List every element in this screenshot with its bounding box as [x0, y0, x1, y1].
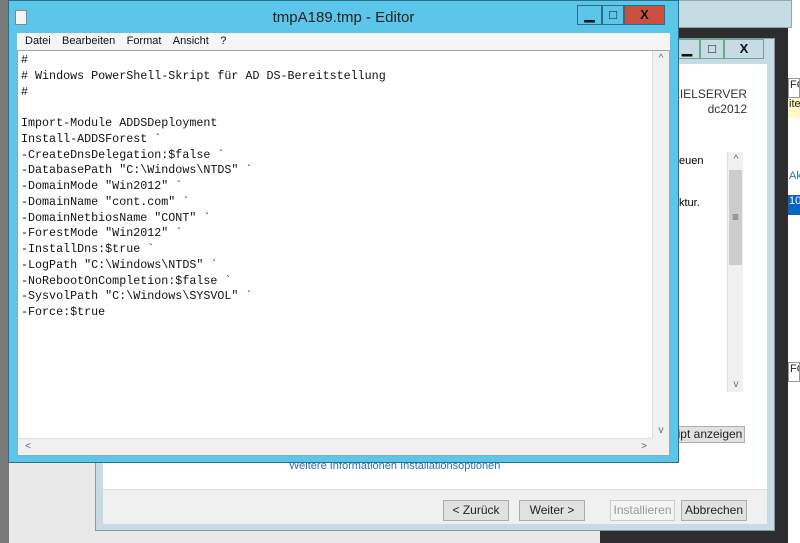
scroll-down-icon[interactable]: v [653, 425, 669, 436]
scroll-left-icon[interactable]: < [20, 441, 36, 452]
script-line: -DatabasePath "C:\Windows\NTDS" ` [21, 163, 253, 178]
script-line: Install-ADDSForest ` [21, 131, 162, 146]
script-line: -LogPath "C:\Windows\NTDS" ` [21, 257, 218, 272]
script-line: -DomainMode "Win2012" ` [21, 179, 183, 193]
install-button: Installieren [610, 500, 675, 521]
menu-help[interactable]: ? [220, 33, 226, 50]
notepad-window: tmpA189.tmp - Editor ▁ □ X Datei Bearbei… [8, 0, 679, 463]
menu-bar: Datei Bearbeiten Format Ansicht ? [17, 33, 670, 50]
cancel-button[interactable]: Abbrechen [681, 500, 747, 521]
server-manager-note: ite [788, 98, 800, 118]
script-line: -DomainName "cont.com" ` [21, 194, 190, 209]
menu-datei[interactable]: Datei [25, 33, 51, 50]
script-line: -DomainNetbiosName "CONT" ` [21, 210, 211, 225]
menu-format[interactable]: Format [127, 33, 162, 50]
next-button[interactable]: Weiter > [519, 500, 585, 521]
target-server-label: ZIELSERVER [672, 87, 747, 101]
maximize-button[interactable]: □ [700, 39, 724, 59]
menu-bearbeiten[interactable]: Bearbeiten [62, 33, 115, 50]
script-line: Import-Module ADDSDeployment [21, 116, 218, 130]
script-line: -NoRebootOnCompletion:$false ` [21, 273, 232, 288]
scroll-up-icon[interactable]: ^ [653, 53, 669, 64]
script-line: # [21, 53, 29, 67]
server-manager-link[interactable]: Ak [788, 170, 800, 190]
server-manager-field: FG [788, 78, 800, 98]
close-button[interactable]: X [724, 39, 764, 59]
review-scrollbar[interactable]: ≡ ^ v [727, 152, 743, 392]
review-text-fragment: euen [679, 155, 704, 167]
back-button[interactable]: < Zurück [443, 500, 509, 521]
script-line: # [21, 84, 29, 99]
scroll-right-icon[interactable]: > [636, 441, 652, 452]
script-line: # Windows PowerShell-Skript für AD DS-Be… [21, 68, 386, 83]
script-line: -Force:$true [21, 305, 106, 319]
review-text-fragment: ktur. [679, 197, 700, 209]
script-line: -CreateDnsDelegation:$false ` [21, 147, 225, 162]
close-button[interactable]: X [624, 5, 665, 25]
script-line [21, 100, 386, 116]
target-server-name: dc2012 [707, 102, 747, 116]
horizontal-scrollbar[interactable]: < > [18, 438, 654, 455]
server-manager-field-2: FG [788, 362, 800, 382]
minimize-button[interactable]: ▁ [577, 5, 602, 25]
show-script-button[interactable]: ript anzeigen [671, 426, 745, 443]
text-area[interactable]: # # Windows PowerShell-Skript für AD DS-B… [17, 50, 670, 456]
maximize-button[interactable]: □ [602, 5, 624, 25]
script-line: -ForestMode "Win2012" ` [21, 226, 183, 241]
resize-grip-icon[interactable] [652, 438, 669, 455]
script-line: -SysvolPath "C:\Windows\SYSVOL" ` [21, 289, 253, 304]
server-manager-selected-row[interactable]: 10 [788, 195, 800, 215]
script-text[interactable]: # # Windows PowerShell-Skript für AD DS-B… [21, 53, 386, 321]
vertical-scrollbar[interactable]: ^ v [652, 51, 669, 438]
menu-ansicht[interactable]: Ansicht [173, 33, 209, 50]
script-line: -InstallDns:$true ` [21, 242, 155, 256]
